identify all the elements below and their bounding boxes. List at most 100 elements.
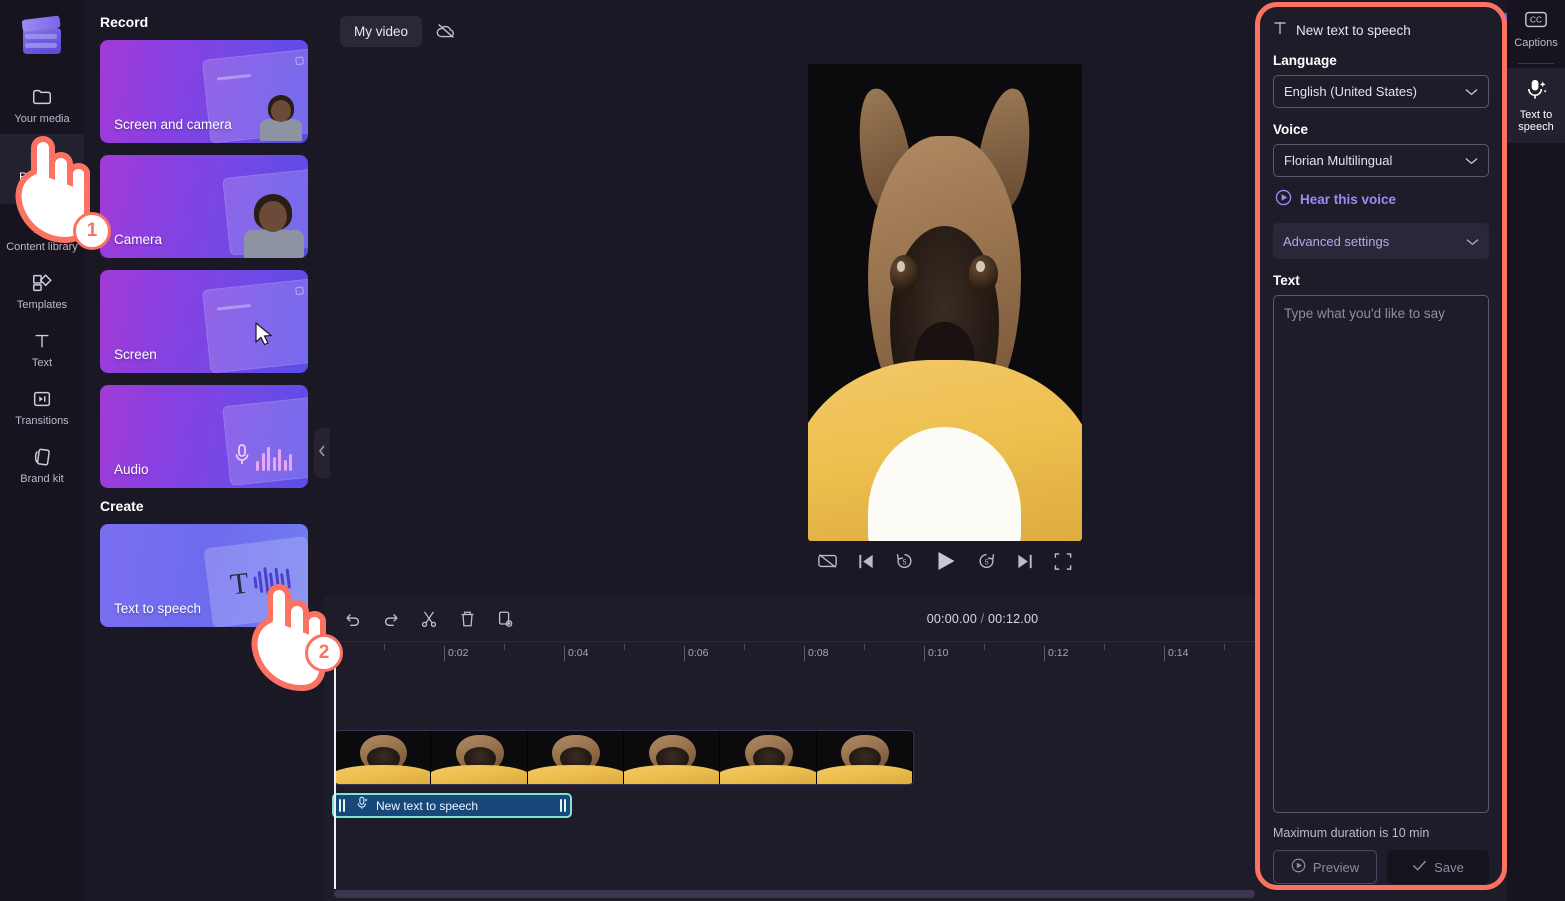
ruler-label: 0:02 — [448, 647, 469, 659]
total-time: 00:12.00 — [988, 611, 1039, 626]
clip-thumbnail — [623, 731, 721, 784]
clip-thumbnail — [720, 731, 817, 784]
sidebar-item-label: Content library — [6, 241, 78, 253]
card-label: Screen — [114, 347, 157, 362]
preview-label: Preview — [1312, 859, 1360, 875]
chevron-down-icon — [1465, 84, 1478, 99]
ruler-label: 0:04 — [568, 647, 589, 659]
skip-next-icon[interactable] — [1015, 552, 1034, 571]
clip-trim-handle-left[interactable] — [336, 797, 347, 814]
cloud-off-icon[interactable] — [432, 17, 460, 45]
ruler-label: 0:12 — [1048, 647, 1069, 659]
create-section-heading: Create — [100, 498, 144, 514]
play-circle-icon — [1275, 189, 1292, 209]
dog-image — [807, 64, 1082, 541]
clip-trim-handle-right[interactable] — [557, 797, 568, 814]
text-to-speech-input[interactable] — [1273, 295, 1489, 813]
sidebar-item-transitions[interactable]: Transitions — [0, 378, 84, 436]
text-icon — [31, 330, 53, 352]
right-panel-wrapper: New text to speech Language English (Uni… — [1255, 0, 1565, 901]
ruler-label: 0:14 — [1168, 647, 1189, 659]
save-button[interactable]: Save — [1387, 850, 1489, 884]
sidebar-item-record-and-create[interactable]: Record & create — [0, 134, 84, 204]
text-to-speech-icon — [356, 796, 369, 815]
playhead[interactable] — [334, 641, 336, 889]
clip-thumbnail — [816, 731, 913, 784]
person-art — [242, 192, 306, 258]
voice-label: Voice — [1273, 122, 1309, 137]
sidebar-item-label: Transitions — [15, 415, 69, 427]
duplicate-button[interactable] — [494, 608, 516, 630]
hear-this-voice-button[interactable]: Hear this voice — [1275, 189, 1489, 209]
sidebar-item-label: Record & create — [19, 171, 65, 195]
brand-kit-icon — [31, 446, 53, 468]
transitions-icon — [31, 388, 53, 410]
clip-thumbnail — [431, 731, 528, 784]
cursor-arrow-icon — [254, 321, 274, 351]
sidebar-item-your-media[interactable]: Your media — [0, 76, 84, 134]
mic-sparkle-icon — [1525, 78, 1548, 104]
redo-button[interactable] — [380, 608, 402, 630]
record-section-heading: Record — [100, 14, 149, 30]
audio-clip-label: New text to speech — [376, 798, 479, 813]
video-title-field[interactable]: My video — [340, 15, 423, 47]
card-camera[interactable]: Camera — [100, 155, 308, 258]
language-select[interactable]: English (United States) — [1273, 75, 1489, 108]
card-audio[interactable]: Audio — [100, 385, 308, 488]
clip-thumbnail — [335, 731, 432, 784]
card-label: Text to speech — [114, 601, 202, 616]
voice-select[interactable]: Florian Multilingual — [1273, 144, 1489, 177]
microphone-icon — [234, 443, 250, 472]
ruler-label: 0:10 — [928, 647, 949, 659]
library-icon — [31, 214, 53, 236]
play-circle-icon — [1291, 858, 1306, 876]
hear-this-voice-label: Hear this voice — [1300, 191, 1397, 207]
sidebar-item-content-library[interactable]: Content library — [0, 204, 84, 262]
sidebar-item-brand-kit[interactable]: Brand kit — [0, 436, 84, 494]
advanced-settings-label: Advanced settings — [1283, 233, 1390, 249]
video-preview[interactable] — [807, 64, 1082, 541]
save-label: Save — [1434, 859, 1464, 875]
advanced-settings-accordion[interactable]: Advanced settings — [1273, 223, 1489, 259]
svg-text:5: 5 — [902, 558, 906, 567]
card-label: Audio — [114, 462, 149, 477]
templates-icon — [31, 272, 53, 294]
record-and-create-panel: Record Screen and camera Camera Screen A… — [84, 0, 324, 901]
timeline-video-clip[interactable] — [334, 730, 914, 785]
closed-captions-icon: CC — [1524, 10, 1548, 32]
sidebar-item-templates[interactable]: Templates — [0, 262, 84, 320]
panel-action-buttons: Preview Save — [1273, 850, 1489, 884]
card-label: Camera — [114, 232, 163, 247]
tab-text-to-speech[interactable]: Text to speech — [1507, 68, 1565, 143]
card-screen[interactable]: Screen — [100, 270, 308, 373]
undo-button[interactable] — [342, 608, 364, 630]
tab-captions[interactable]: CC Captions — [1507, 0, 1565, 59]
forward-5-icon[interactable]: 5 — [976, 551, 996, 571]
check-icon — [1412, 859, 1427, 875]
text-to-speech-properties-panel: New text to speech Language English (Uni… — [1259, 6, 1503, 886]
create-card-list: T Text to speech — [84, 524, 324, 627]
play-icon[interactable] — [933, 549, 957, 573]
split-button[interactable] — [418, 608, 440, 630]
captions-off-icon[interactable] — [817, 552, 837, 570]
skip-previous-icon[interactable] — [856, 552, 875, 571]
preview-button[interactable]: Preview — [1273, 850, 1377, 884]
waveform-bars — [256, 445, 292, 471]
sidebar-item-text[interactable]: Text — [0, 320, 84, 378]
tab-label: Text to speech — [1518, 109, 1554, 133]
svg-text:CC: CC — [1530, 15, 1542, 25]
sidebar-item-label: Your media — [14, 113, 70, 125]
chevron-down-icon — [1465, 153, 1478, 168]
person-art — [258, 93, 304, 141]
rewind-5-icon[interactable]: 5 — [894, 551, 914, 571]
delete-button[interactable] — [456, 608, 478, 630]
timeline-audio-clip[interactable]: New text to speech — [332, 793, 572, 818]
card-text-to-speech[interactable]: T Text to speech — [100, 524, 308, 627]
right-tab-rail: CC Captions Text to speech — [1507, 0, 1565, 901]
panel-collapse-button[interactable] — [314, 428, 330, 478]
audio-frame-art — [222, 395, 308, 487]
fullscreen-icon[interactable] — [1053, 552, 1072, 571]
timeline-horizontal-scrollbar[interactable] — [334, 890, 1255, 898]
clip-thumbnail — [527, 731, 624, 784]
card-screen-and-camera[interactable]: Screen and camera — [100, 40, 308, 143]
